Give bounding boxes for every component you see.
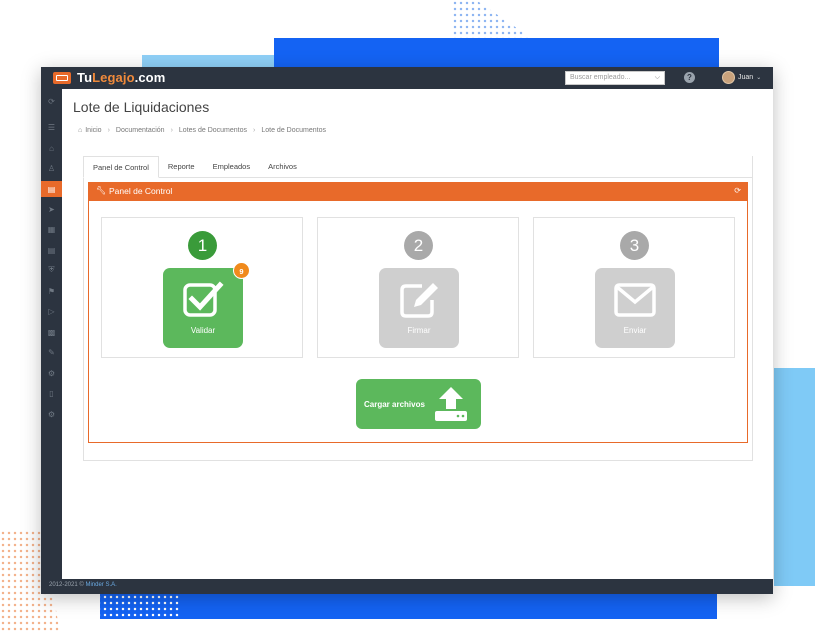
firmar-label: Firmar: [407, 326, 431, 335]
sidebar: ⟳ ☰ ⌂ ♙ ▤ ➤ ▦ ▤ ⛨ ⚑ ▷ ▩ ✎ ⚙ ▯ ⚙: [41, 89, 62, 579]
help-icon[interactable]: ?: [684, 72, 695, 83]
documents-icon[interactable]: ▤: [41, 181, 62, 197]
chevron-down-icon: ⌄: [756, 75, 762, 81]
step-number: 2: [404, 231, 433, 260]
chart-icon[interactable]: ▩: [41, 324, 62, 340]
megaphone-icon[interactable]: ▷: [41, 303, 62, 319]
tab-archivos[interactable]: Archivos: [259, 156, 306, 177]
logo-text: TuLegajo.com: [77, 70, 166, 85]
enviar-button[interactable]: Enviar: [595, 268, 675, 348]
page-title: Lote de Liquidaciones: [73, 99, 210, 115]
blue-bar-decoration-bottom: [100, 594, 717, 619]
calendar-icon[interactable]: ▦: [41, 221, 62, 237]
refresh-icon[interactable]: ⟳: [734, 186, 741, 195]
edit-icon[interactable]: ✎: [41, 344, 62, 360]
firmar-button[interactable]: Firmar: [379, 268, 459, 348]
check-icon: [183, 281, 224, 317]
id-card-icon: [53, 72, 71, 84]
search-placeholder: Buscar empleado...: [570, 74, 631, 81]
app-window: TuLegajo.com Buscar empleado... ⌵ ? Juan…: [41, 67, 773, 594]
cargar-archivos-label: Cargar archivos: [364, 400, 425, 409]
company-link[interactable]: Minder S.A.: [85, 582, 116, 588]
shield-icon[interactable]: ⛨: [41, 262, 62, 278]
blue-bar-decoration-top: [274, 38, 719, 68]
tab-empleados[interactable]: Empleados: [204, 156, 260, 177]
panel-header: 🔧︎ Panel de Control ⟳: [89, 183, 747, 201]
breadcrumb-separator: ›: [253, 127, 256, 134]
home-icon: ⌂: [78, 127, 83, 134]
user-name: Juan: [738, 74, 754, 81]
copyright-text: 2012-2021 © Minder S.A.: [49, 582, 117, 588]
settings-users-icon[interactable]: ⚙: [41, 365, 62, 381]
upload-icon: [435, 387, 467, 421]
breadcrumb-separator: ›: [170, 127, 173, 134]
step-firmar: 2 Firmar: [317, 217, 519, 358]
menu-icon[interactable]: ☰: [41, 119, 62, 135]
refresh-icon[interactable]: ⟳: [41, 93, 62, 109]
logo[interactable]: TuLegajo.com: [53, 70, 165, 86]
wrench-icon: 🔧︎: [96, 186, 107, 195]
step-number: 3: [620, 231, 649, 260]
home-icon[interactable]: ⌂: [41, 140, 62, 156]
breadcrumb-item-inicio[interactable]: Inicio: [85, 127, 101, 134]
top-bar: TuLegajo.com Buscar empleado... ⌵ ? Juan…: [41, 67, 773, 89]
step-number: 1: [188, 231, 217, 260]
step-validar: 1 Validar 9: [101, 217, 303, 358]
footer: 2012-2021 © Minder S.A.: [41, 579, 773, 594]
list-icon[interactable]: ▤: [41, 242, 62, 258]
envelope-icon: [614, 283, 656, 317]
tab-panel-de-control[interactable]: Panel de Control: [83, 156, 159, 178]
breadcrumb-separator: ›: [107, 127, 110, 134]
control-panel: 🔧︎ Panel de Control ⟳ 1 Validar 9 2 Firm…: [88, 182, 748, 443]
breadcrumb: ⌂ Inicio › Documentación › Lotes de Docu…: [78, 127, 326, 134]
document-icon[interactable]: ▯: [41, 385, 62, 401]
flag-icon[interactable]: ⚑: [41, 283, 62, 299]
breadcrumb-item-documentacion[interactable]: Documentación: [116, 127, 165, 134]
main-content: Lote de Liquidaciones ⌂ Inicio › Documen…: [62, 89, 773, 579]
breadcrumb-item-lote: Lote de Documentos: [261, 127, 326, 134]
employee-search-input[interactable]: Buscar empleado... ⌵: [565, 71, 665, 85]
cargar-archivos-button[interactable]: Cargar archivos: [356, 379, 481, 429]
pending-count-badge: 9: [233, 262, 250, 279]
send-icon[interactable]: ➤: [41, 201, 62, 217]
panel-title: Panel de Control: [109, 186, 173, 196]
dots-decoration-bottom: [60, 594, 180, 633]
validar-label: Validar: [190, 326, 216, 335]
tab-bar: Panel de Control Reporte Empleados Archi…: [83, 156, 753, 178]
user-menu[interactable]: Juan ⌄: [722, 71, 761, 84]
gear-icon[interactable]: ⚙: [41, 406, 62, 422]
step-enviar: 3 Enviar: [533, 217, 735, 358]
light-blue-bar-decoration-right: [774, 368, 815, 586]
validar-button[interactable]: Validar: [163, 268, 243, 348]
users-icon[interactable]: ♙: [41, 160, 62, 176]
avatar: [722, 71, 735, 84]
breadcrumb-item-lotes[interactable]: Lotes de Documentos: [179, 127, 247, 134]
enviar-label: Enviar: [623, 326, 647, 335]
chevron-down-icon: ⌵: [654, 74, 660, 81]
tab-reporte[interactable]: Reporte: [159, 156, 204, 177]
edit-icon: [400, 283, 438, 318]
